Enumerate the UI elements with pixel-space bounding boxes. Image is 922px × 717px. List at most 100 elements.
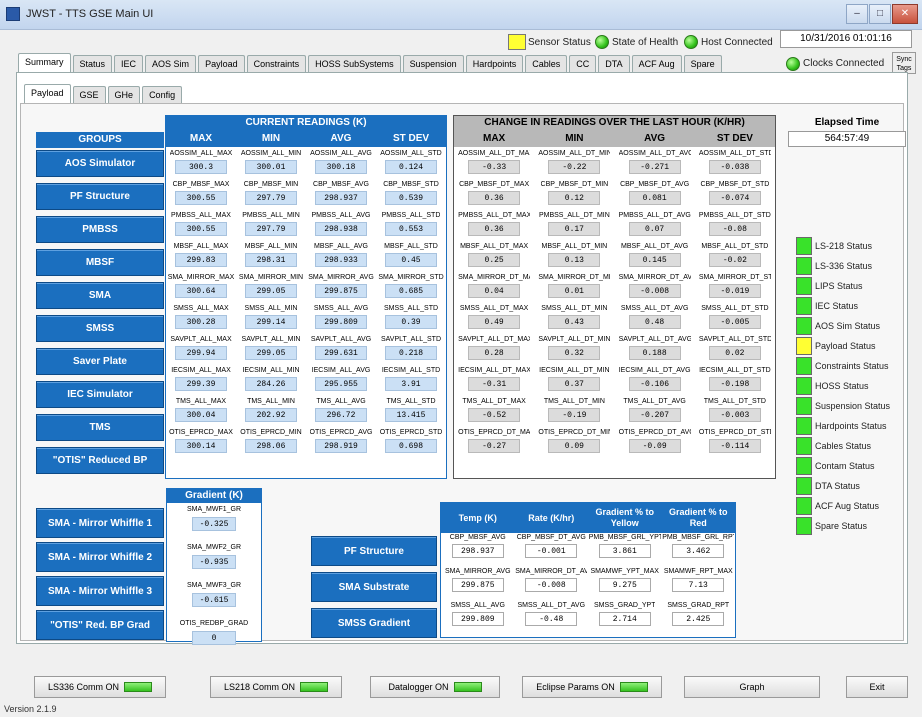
group-button-smss[interactable]: SMSS [36, 315, 164, 342]
minimize-button[interactable]: – [846, 4, 868, 24]
current-readings-title: CURRENT READINGS (K) [166, 116, 446, 130]
tab-payload[interactable]: Payload [198, 55, 245, 73]
change-cell: OTIS_EPRCD_DT_STD -0.114 [695, 428, 775, 459]
tab-cc[interactable]: CC [569, 55, 597, 73]
current-value: 297.79 [245, 191, 297, 205]
change-value: -0.08 [708, 222, 761, 236]
change-tag-label: CBP_MBSF_DT_AVG [620, 181, 690, 188]
group-button-otis-reduced-bp[interactable]: "OTIS" Reduced BP [36, 447, 164, 474]
groups-header: GROUPS [36, 132, 164, 148]
tab-spare[interactable]: Spare [683, 55, 722, 73]
maximize-button[interactable]: □ [869, 4, 891, 24]
gradient-summary-cell: SMAMWF_YPT_MAX 9.275 [588, 567, 662, 601]
current-readings-columns: MAX MIN AVG ST DEV [166, 130, 446, 147]
gradient-summary-cell: SMA_MIRROR_DT_AVG -0.008 [515, 567, 589, 601]
change-tag-label: AOSSIM_ALL_DT_STD [698, 150, 771, 157]
change-value: -0.02 [708, 253, 761, 267]
tab-suspension[interactable]: Suspension [402, 55, 464, 73]
group-button-saver-plate[interactable]: Saver Plate [36, 348, 164, 375]
current-cell: AOSSIM_ALL_AVG 300.18 [306, 149, 376, 180]
group-button-sma-mirror-whiffle-1[interactable]: SMA - Mirror Whiffle 1 [36, 508, 164, 538]
tab-iec[interactable]: IEC [114, 55, 144, 73]
change-tag-label: SMA_MIRROR_DT_STD [698, 274, 771, 281]
tab-aos-sim[interactable]: AOS Sim [145, 55, 197, 73]
graph-button[interactable]: Graph [684, 676, 820, 698]
group-button-sma-substrate[interactable]: SMA Substrate [311, 572, 437, 602]
status-label: IEC Status [815, 301, 859, 311]
current-cell: MBSF_ALL_STD 0.45 [376, 242, 446, 273]
current-cell: AOSSIM_ALL_MAX 300.3 [166, 149, 236, 180]
tab-status[interactable]: Status [72, 55, 113, 73]
change-cell: PMBSS_ALL_DT_STD -0.08 [695, 211, 775, 242]
change-value: 0.43 [548, 315, 601, 329]
change-cell: SMSS_ALL_DT_MIN 0.43 [534, 304, 614, 335]
change-col-max: MAX [483, 133, 506, 144]
group-button-sma-mirror-whiffle-3[interactable]: SMA - Mirror Whiffle 3 [36, 576, 164, 606]
status-indicator [796, 417, 812, 435]
subtab-ghe[interactable]: GHe [107, 86, 141, 104]
change-tag-label: OTIS_EPRCD_DT_MAX [458, 429, 531, 436]
group-button-pf-structure[interactable]: PF Structure [311, 536, 437, 566]
sync-tags-button[interactable]: Sync Tags [892, 52, 916, 74]
group-button-iec-simulator[interactable]: IEC Simulator [36, 381, 164, 408]
current-cell: SMA_MIRROR_STD 0.685 [376, 273, 446, 304]
change-cell: MBSF_ALL_DT_MIN 0.13 [534, 242, 614, 273]
current-cell: CBP_MBSF_MAX 300.55 [166, 180, 236, 211]
tab-hardpoints[interactable]: Hardpoints [465, 55, 524, 73]
change-value: -0.09 [628, 439, 681, 453]
group-button-smss-gradient[interactable]: SMSS Gradient [311, 608, 437, 638]
change-cell: MBSF_ALL_DT_AVG 0.145 [615, 242, 695, 273]
tab-acf-aug[interactable]: ACF Aug [631, 55, 682, 73]
tab-summary[interactable]: Summary [18, 53, 71, 73]
change-value: 0.49 [468, 315, 521, 329]
change-tag-label: OTIS_EPRCD_DT_AVG [618, 429, 691, 436]
change-value: 0.12 [548, 191, 601, 205]
change-tag-label: CBP_MBSF_DT_MAX [459, 181, 530, 188]
group-button-pmbss[interactable]: PMBSS [36, 216, 164, 243]
current-value: 284.26 [245, 377, 297, 391]
tab-hoss-subsystems[interactable]: HOSS SubSystems [308, 55, 401, 73]
tab-cables[interactable]: Cables [525, 55, 568, 73]
group-button-sma-mirror-whiffle-2[interactable]: SMA - Mirror Whiffle 2 [36, 542, 164, 572]
gradient-summary-cell: PMB_MBSF_GRL_RPT 3.462 [662, 533, 736, 567]
host-connected-led [684, 35, 698, 49]
current-value: 202.92 [245, 408, 297, 422]
status-item-ls-218-status: LS-218 Status [796, 236, 890, 256]
current-tag-label: AOSSIM_ALL_MAX [169, 150, 233, 157]
gradient-summary-value: 2.425 [672, 612, 725, 626]
tab-dta[interactable]: DTA [598, 55, 630, 73]
subtab-gse[interactable]: GSE [72, 86, 106, 104]
exit-button[interactable]: Exit [846, 676, 908, 698]
current-cell: TMS_ALL_MAX 300.04 [166, 397, 236, 428]
change-cell: IECSIM_ALL_DT_STD -0.198 [695, 366, 775, 397]
current-tag-label: IECSIM_ALL_MIN [242, 367, 300, 374]
tab-constraints[interactable]: Constraints [246, 55, 307, 73]
status-label: LS-218 Status [815, 241, 873, 251]
change-tag-label: SAVPLT_ALL_DT_AVG [618, 336, 691, 343]
group-button-pf-structure[interactable]: PF Structure [36, 183, 164, 210]
clocks-connected-led [786, 57, 800, 71]
current-cell: OTIS_EPRCD_MAX 300.14 [166, 428, 236, 459]
status-label: Cables Status [815, 441, 872, 451]
current-cell: PMBSS_ALL_STD 0.553 [376, 211, 446, 242]
current-value: 296.72 [315, 408, 367, 422]
current-tag-label: SMSS_ALL_MAX [173, 305, 229, 312]
group-button-aos-simulator[interactable]: AOS Simulator [36, 150, 164, 177]
group-button-tms[interactable]: TMS [36, 414, 164, 441]
subtab-payload[interactable]: Payload [24, 84, 71, 104]
group-button-sma[interactable]: SMA [36, 282, 164, 309]
current-value: 0.39 [385, 315, 437, 329]
current-tag-label: SAVPLT_ALL_MAX [170, 336, 232, 343]
host-connected-label: Host Connected [701, 37, 773, 48]
current-tag-label: OTIS_EPRCD_MAX [169, 429, 233, 436]
current-value: 298.31 [245, 253, 297, 267]
group-button-otis-red-bp-grad[interactable]: "OTIS" Red. BP Grad [36, 610, 164, 640]
current-value: 13.415 [385, 408, 437, 422]
status-item-acf-aug-status: ACF Aug Status [796, 496, 890, 516]
current-cell: IECSIM_ALL_STD 3.91 [376, 366, 446, 397]
status-item-ls-336-status: LS-336 Status [796, 256, 890, 276]
close-button[interactable]: ✕ [892, 4, 918, 24]
subtab-config[interactable]: Config [142, 86, 183, 104]
current-value: 300.04 [175, 408, 227, 422]
group-button-mbsf[interactable]: MBSF [36, 249, 164, 276]
